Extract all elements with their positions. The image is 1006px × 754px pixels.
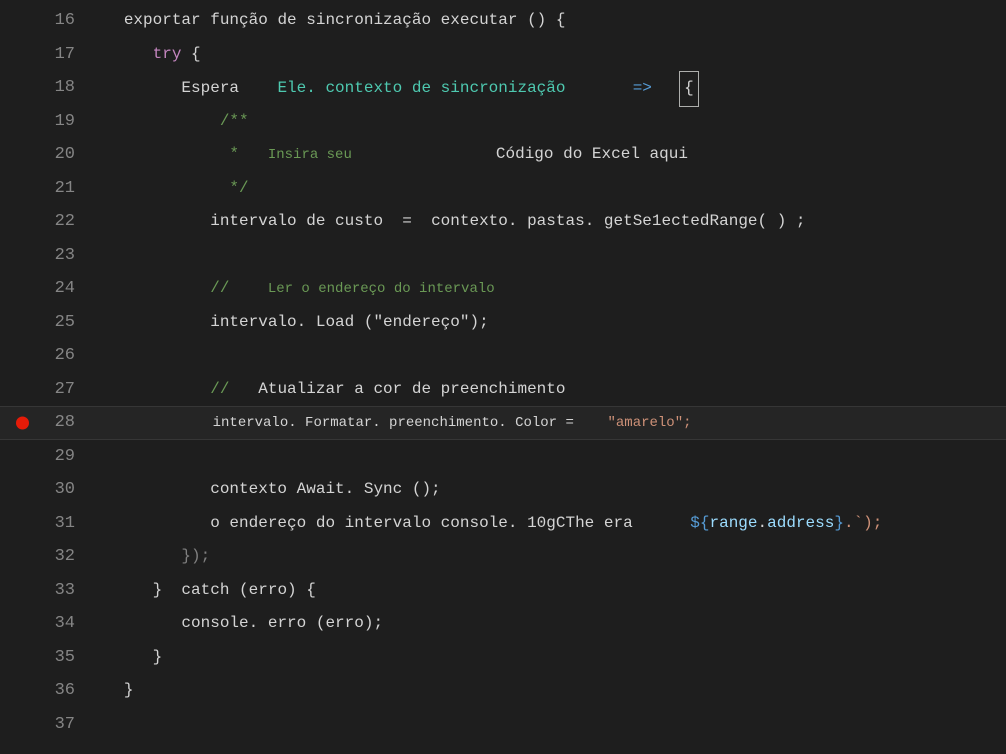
code-editor[interactable]: 16 17 18 19 20 21 22 23 24 25 26 27 28 2…	[0, 0, 1006, 754]
code-line[interactable]: o endereço do intervalo console. 10gCThe…	[95, 507, 1006, 541]
code-line[interactable]: }	[95, 674, 1006, 708]
code-line[interactable]: console. erro (erro);	[95, 607, 1006, 641]
code-line[interactable]	[95, 440, 1006, 474]
line-number[interactable]: 18	[0, 71, 95, 105]
line-number[interactable]: 26	[0, 339, 95, 373]
code-line[interactable]: Espera Ele. contexto de sincronização =>…	[95, 71, 1006, 105]
code-line[interactable]: try {	[95, 38, 1006, 72]
line-number[interactable]: 27	[0, 373, 95, 407]
line-number[interactable]: 29	[0, 440, 95, 474]
line-number-gutter[interactable]: 16 17 18 19 20 21 22 23 24 25 26 27 28 2…	[0, 0, 95, 754]
code-line[interactable]: // Ler o endereço do intervalo	[95, 272, 1006, 306]
code-line[interactable]: });	[95, 540, 1006, 574]
code-line[interactable]: exportar função de sincronização executa…	[95, 4, 1006, 38]
line-number[interactable]: 32	[0, 540, 95, 574]
line-number[interactable]: 30	[0, 473, 95, 507]
line-number[interactable]: 37	[0, 708, 95, 742]
code-line[interactable]	[95, 239, 1006, 273]
code-line[interactable]: } catch (erro) {	[95, 574, 1006, 608]
line-number[interactable]: 31	[0, 507, 95, 541]
code-line[interactable]: intervalo. Formatar. preenchimento. Colo…	[95, 406, 1006, 440]
line-number[interactable]: 16	[0, 4, 95, 38]
code-line[interactable]: intervalo. Load ("endereço");	[95, 306, 1006, 340]
code-line[interactable]: }	[95, 641, 1006, 675]
line-number[interactable]: 36	[0, 674, 95, 708]
line-number[interactable]: 22	[0, 205, 95, 239]
code-line[interactable]: contexto Await. Sync ();	[95, 473, 1006, 507]
line-number[interactable]: 19	[0, 105, 95, 139]
code-line[interactable]: // Atualizar a cor de preenchimento	[95, 373, 1006, 407]
code-line[interactable]: intervalo de custo = contexto. pastas. g…	[95, 205, 1006, 239]
code-line[interactable]	[95, 708, 1006, 742]
line-number[interactable]: 17	[0, 38, 95, 72]
line-number[interactable]: 23	[0, 239, 95, 273]
line-number[interactable]: 33	[0, 574, 95, 608]
line-number[interactable]: 20	[0, 138, 95, 172]
code-line[interactable]: */	[95, 172, 1006, 206]
line-number[interactable]: 34	[0, 607, 95, 641]
line-number[interactable]: 25	[0, 306, 95, 340]
code-line[interactable]: /**	[95, 105, 1006, 139]
cursor-position: {	[679, 71, 699, 107]
code-content[interactable]: exportar função de sincronização executa…	[95, 0, 1006, 754]
code-line[interactable]: * Insira seu Código do Excel aqui	[95, 138, 1006, 172]
line-number[interactable]: 21	[0, 172, 95, 206]
line-number[interactable]: 24	[0, 272, 95, 306]
code-line[interactable]	[95, 339, 1006, 373]
line-number[interactable]: 35	[0, 641, 95, 675]
